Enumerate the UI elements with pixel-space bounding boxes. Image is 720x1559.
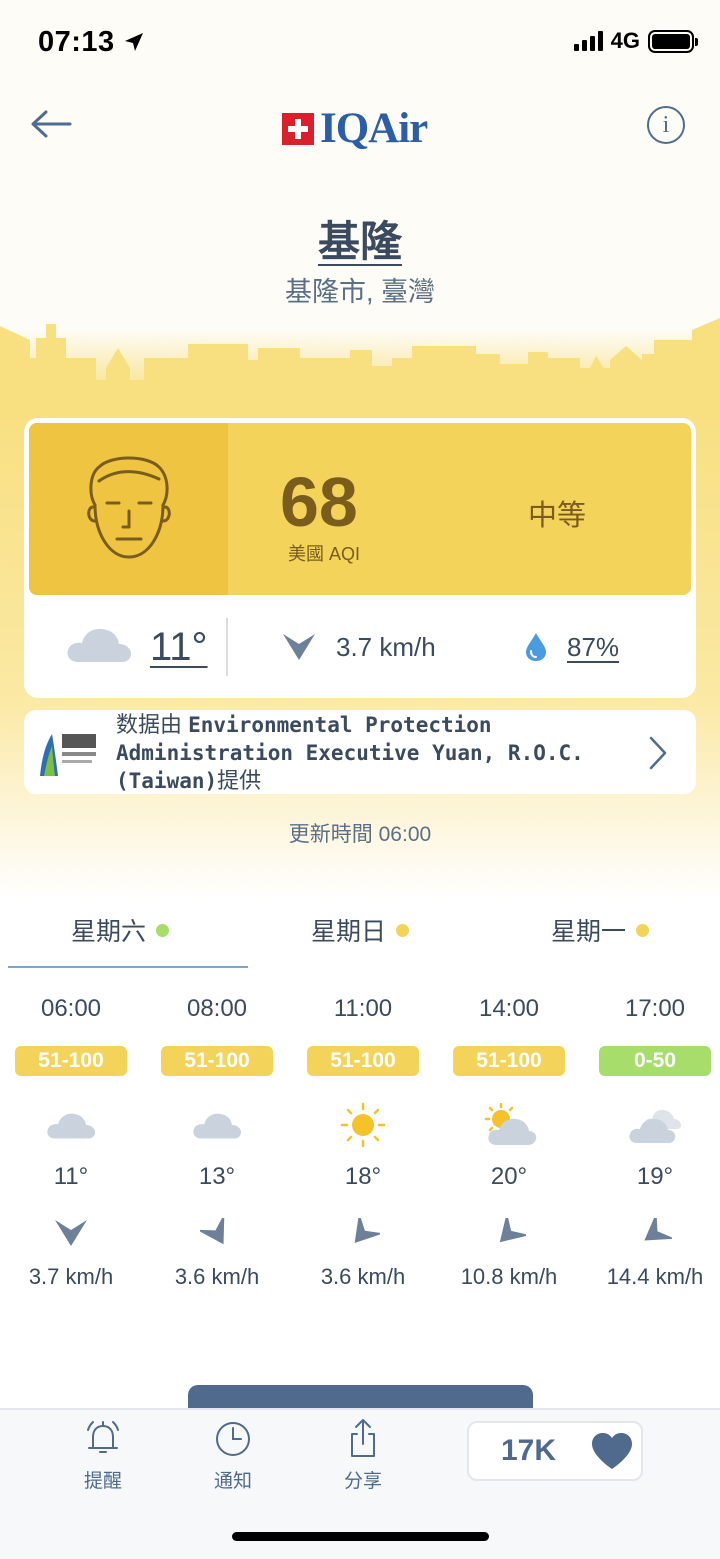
aqi-level: 中等 <box>528 500 587 532</box>
forecast-temperature: 20° <box>490 1163 528 1190</box>
bell-icon <box>87 1421 119 1453</box>
wind-direction-icon <box>283 634 315 660</box>
cloud-icon <box>0 1100 144 1150</box>
forecast-wind-speed: 10.8 km/h <box>460 1264 558 1289</box>
home-indicator <box>232 1532 489 1541</box>
cloud-icon <box>67 628 132 662</box>
current-humidity[interactable]: 87% <box>567 632 619 663</box>
face-icon <box>87 456 171 559</box>
forecast-wind-speed: 3.6 km/h <box>320 1264 406 1289</box>
forecast-wind-speed: 14.4 km/h <box>606 1264 704 1289</box>
battery-icon <box>648 29 698 53</box>
forecast-temperature: 13° <box>198 1163 236 1190</box>
wind-direction-icon <box>0 1218 144 1258</box>
wind-direction-icon <box>436 1218 582 1258</box>
tab-sunday[interactable]: 星期日 <box>240 912 480 948</box>
forecast-aqi-badge: 51-100 <box>161 1046 273 1076</box>
forecast-temperature: 11° <box>53 1163 89 1190</box>
forecast-wind-speed: 3.7 km/h <box>28 1264 114 1289</box>
nav-notifications[interactable]: 通知 <box>188 1418 278 1493</box>
tab-monday[interactable]: 星期一 <box>480 912 720 948</box>
forecast-temperature: 19° <box>636 1163 674 1190</box>
divider <box>226 618 228 676</box>
forecast-aqi-badge: 0-50 <box>599 1046 711 1076</box>
wind-direction-icon <box>290 1218 436 1258</box>
current-wind-speed: 3.7 km/h <box>336 632 436 662</box>
status-time: 07:13 <box>38 26 145 59</box>
follower-count: 17K <box>501 1434 557 1467</box>
aqi-label: 美國 AQI <box>288 544 361 564</box>
forecast-hour: 14:00 <box>478 995 540 1022</box>
epa-logo <box>40 734 96 776</box>
aqi-dot-icon <box>156 924 169 937</box>
sun-icon <box>290 1100 436 1150</box>
partly-cloudy-icon <box>436 1100 582 1150</box>
humidity-drop-icon <box>526 633 546 661</box>
signal-icon <box>573 31 603 51</box>
wind-direction-icon <box>144 1218 290 1258</box>
cloud-icon <box>144 1100 290 1150</box>
data-source-text: 数据由 Environmental Protection Administrat… <box>116 712 584 793</box>
forecast-aqi-badge: 51-100 <box>453 1046 565 1076</box>
info-button[interactable]: i <box>647 106 685 144</box>
aqi-dot-icon <box>636 924 649 937</box>
city-skyline-illustration <box>0 318 720 418</box>
nav-share-label: 分享 <box>343 1471 382 1492</box>
network-type: 4G <box>610 28 640 53</box>
current-temperature[interactable]: 11° <box>150 625 208 670</box>
chevron-right-icon <box>649 736 667 770</box>
face-panel <box>29 423 228 595</box>
aqi-panel <box>29 423 691 595</box>
update-time: 更新時間 06:00 <box>288 823 432 846</box>
aqi-value: 68 <box>280 463 358 541</box>
wind-direction-icon <box>582 1218 720 1258</box>
heart-icon <box>592 1433 632 1469</box>
forecast-aqi-badge: 51-100 <box>15 1046 127 1076</box>
forecast-hour: 11:00 <box>333 995 393 1022</box>
forecast-hour: 17:00 <box>624 995 686 1022</box>
back-button[interactable] <box>28 104 74 144</box>
cloudy-icon <box>582 1100 720 1150</box>
share-icon <box>351 1419 375 1457</box>
iqair-logo: IQAir <box>282 104 428 153</box>
forecast-temperature: 18° <box>344 1163 382 1190</box>
nav-alerts[interactable]: 提醒 <box>58 1418 148 1493</box>
clock-icon <box>216 1422 250 1456</box>
nav-alerts-label: 提醒 <box>83 1471 122 1492</box>
active-tab-indicator <box>8 966 248 968</box>
nav-share[interactable]: 分享 <box>318 1418 408 1493</box>
forecast-hour: 06:00 <box>40 995 102 1022</box>
tab-saturday[interactable]: 星期六 <box>0 912 240 948</box>
forecast-wind-speed: 3.6 km/h <box>174 1264 260 1289</box>
region-name: 基隆市, 臺灣 <box>284 277 435 307</box>
city-name[interactable]: 基隆 <box>0 208 720 269</box>
nav-notifications-label: 通知 <box>213 1471 252 1492</box>
aqi-dot-icon <box>396 924 409 937</box>
arrow-left-icon <box>31 110 72 138</box>
swiss-flag-icon <box>282 112 314 145</box>
forecast-hour: 08:00 <box>186 995 248 1022</box>
status-indicators: 4G <box>573 28 698 54</box>
forecast-aqi-badge: 51-100 <box>307 1046 419 1076</box>
location-arrow-icon <box>125 33 144 51</box>
